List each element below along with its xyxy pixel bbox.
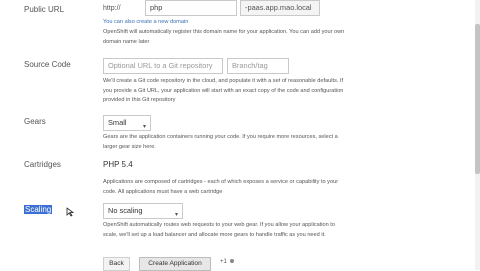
gear-size-select[interactable]: Small ▾ bbox=[103, 115, 151, 131]
gear-size-value: Small bbox=[108, 118, 127, 127]
scrollbar-thumb[interactable] bbox=[475, 24, 480, 174]
mouse-cursor-icon bbox=[66, 204, 76, 217]
source-code-help: We'll create a Git code repository in th… bbox=[103, 78, 344, 103]
source-code-label: Source Code bbox=[24, 60, 71, 69]
create-domain-link[interactable]: You can also create a new domain bbox=[103, 18, 313, 28]
back-button[interactable]: Back bbox=[103, 257, 130, 271]
scaling-value: No scaling bbox=[108, 206, 143, 215]
info-icon bbox=[229, 259, 234, 264]
cartridges-label: Cartridges bbox=[24, 160, 61, 169]
public-url-label: Public URL bbox=[24, 5, 65, 14]
git-url-input[interactable]: Optional URL to a Git repository bbox=[103, 58, 223, 74]
public-url-help: OpenShift will automatically register th… bbox=[103, 29, 345, 45]
plus-one-label: +1 bbox=[220, 259, 227, 265]
chevron-down-icon: ▾ bbox=[174, 212, 178, 218]
scaling-select[interactable]: No scaling ▾ bbox=[103, 203, 183, 219]
gears-help: Gears are the application containers run… bbox=[103, 134, 338, 150]
gears-label: Gears bbox=[24, 117, 46, 126]
cartridge-value: PHP 5.4 bbox=[103, 160, 133, 169]
app-name-input[interactable]: php bbox=[145, 0, 237, 16]
domain-suffix: -paas.app.mao.local bbox=[240, 0, 320, 16]
scaling-label-text: Scaling bbox=[24, 205, 53, 214]
chevron-down-icon: ▾ bbox=[142, 124, 146, 130]
create-application-button[interactable]: Create Application bbox=[139, 257, 211, 271]
cartridges-help: Applications are composed of cartridges … bbox=[103, 179, 339, 195]
branch-input[interactable]: Branch/tag bbox=[227, 58, 289, 74]
plus-one-button[interactable]: +1 bbox=[220, 259, 234, 265]
scaling-help: OpenShift automatically routes web reque… bbox=[103, 222, 335, 238]
scaling-label: Scaling bbox=[24, 205, 53, 214]
url-prefix: http:// bbox=[103, 5, 121, 12]
